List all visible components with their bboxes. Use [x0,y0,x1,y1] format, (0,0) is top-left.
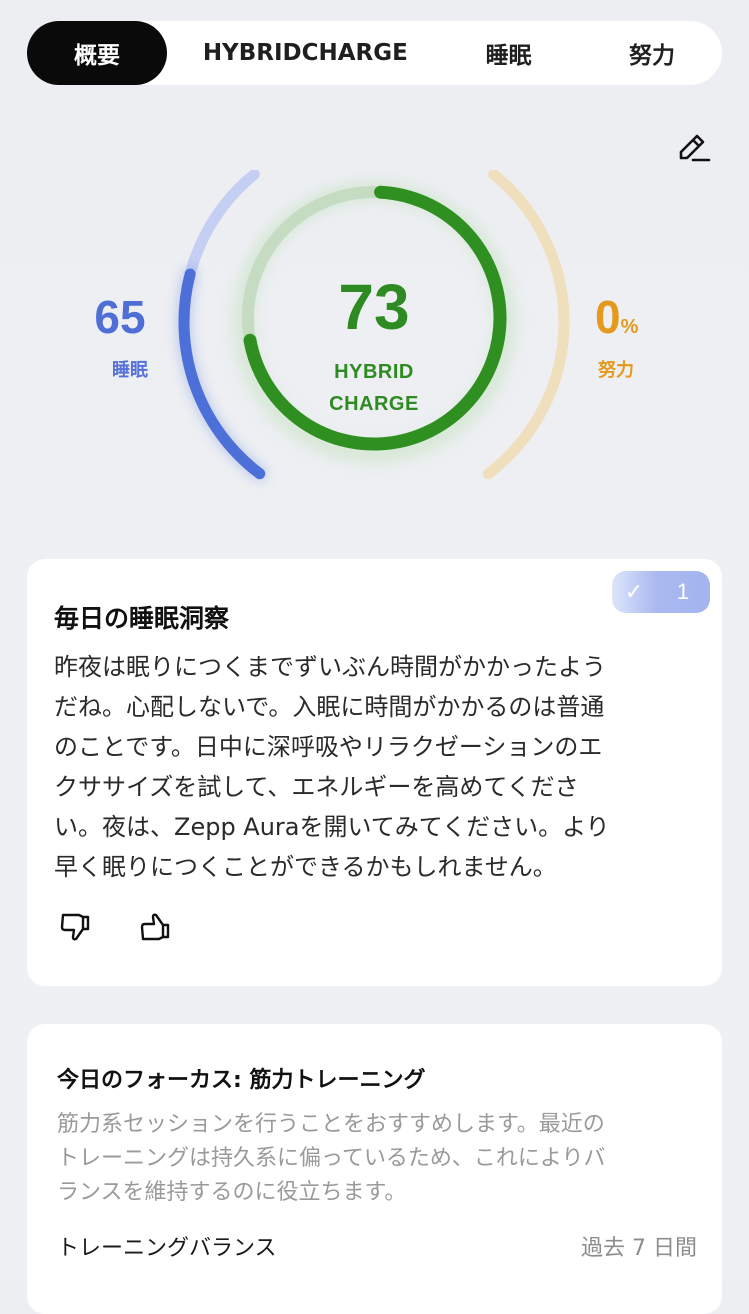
daily-focus-title: 今日のフォーカス: 筋力トレーニング [57,1068,426,1093]
daily-focus-card[interactable]: 今日のフォーカス: 筋力トレーニング 筋力系セッションを行うことをおすすめします… [27,1024,722,1314]
tab-bar: 概要 HYBRIDCHARGE 睡眠 努力 [27,21,722,85]
insight-badge-count: 1 [676,579,690,604]
tab-sleep[interactable]: 睡眠 [444,21,574,85]
sleep-insight-title: 毎日の睡眠洞察 [54,604,230,633]
daily-focus-line: トレーニングは持久系に偏っているため、これによりバ [57,1146,606,1171]
training-balance-label: トレーニングバランス [57,1236,277,1261]
hybrid-charge-score: 73 [338,271,410,343]
training-balance-row[interactable]: トレーニングバランス 過去 7 日間 [57,1230,697,1262]
sleep-insight-line: 早く眠りにつくことができるかもしれません。 [54,853,557,881]
sleep-insight-body: 昨夜は眠りにつくまでずいぶん時間がかかったよう だね。心配しないで。入眠に時間が… [54,647,694,887]
sleep-insight-line: い。夜は、Zepp Auraを開いてみてください。より [54,813,610,841]
insight-read-badge[interactable]: ✓ 1 [612,571,710,613]
thumbs-up-icon[interactable] [137,909,173,945]
tab-overview[interactable]: 概要 [27,21,167,85]
effort-score: 0% [595,290,638,344]
checkmark-icon: ✓ [624,579,644,605]
sleep-insight-card: 毎日の睡眠洞察 ✓ 1 昨夜は眠りにつくまでずいぶん時間がかかったよう だね。心… [27,559,722,986]
sleep-label: 睡眠 [112,360,148,381]
effort-unit: % [620,316,639,338]
hybrid-charge-label-line1: HYBRID [334,361,414,383]
daily-focus-line: 筋力系セッションを行うことをおすすめします。最近の [57,1112,605,1137]
tab-effort[interactable]: 努力 [582,21,722,85]
effort-value: 0 [595,291,621,343]
daily-focus-line: ランスを維持するのに役立ちます。 [57,1180,407,1205]
sleep-insight-line: のことです。日中に深呼吸やリラクゼーションのエ [54,733,603,761]
effort-label: 努力 [598,360,634,381]
hybrid-charge-label: HYBRID CHARGE [294,356,454,420]
thumbs-down-icon[interactable] [57,909,93,945]
pencil-edit-icon[interactable] [673,128,713,168]
sleep-score: 65 [94,291,146,343]
sleep-insight-line: 昨夜は眠りにつくまでずいぶん時間がかかったよう [54,653,606,681]
sleep-insight-line: だね。心配しないで。入眠に時間がかかるのは普通 [54,693,605,721]
hybrid-charge-label-line2: CHARGE [329,393,419,415]
sleep-insight-line: クササイズを試して、エネルギーを高めてくださ [54,773,579,801]
daily-focus-body: 筋力系セッションを行うことをおすすめします。最近の トレーニングは持久系に偏って… [57,1108,697,1210]
tab-hybridcharge[interactable]: HYBRIDCHARGE [175,21,435,85]
training-balance-period: 過去 7 日間 [581,1236,697,1261]
